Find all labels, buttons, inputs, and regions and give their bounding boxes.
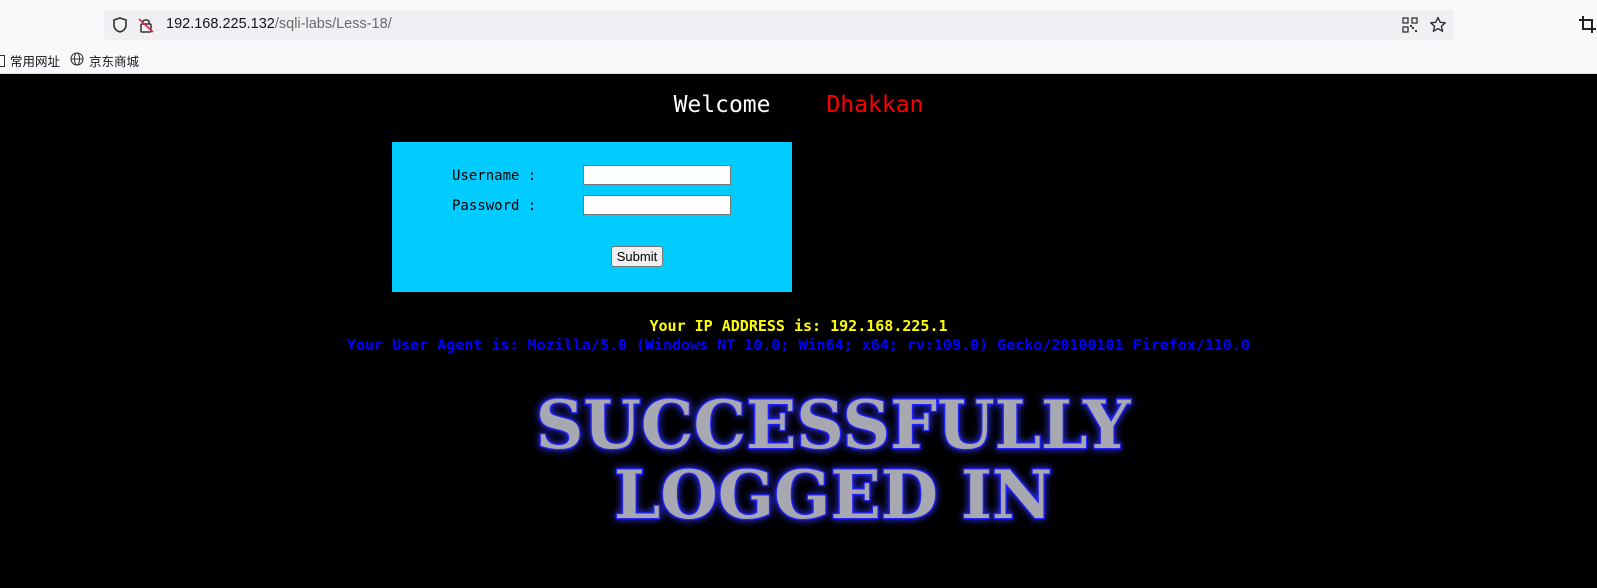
insecure-lock-icon[interactable]	[136, 15, 156, 35]
bookmark-star-icon[interactable]	[1428, 15, 1448, 35]
success-line-1: SUCCESSFULLY	[536, 392, 1131, 464]
url-text[interactable]: 192.168.225.132/sqli-labs/Less-18/	[166, 16, 392, 32]
url-host: 192.168.225.132	[166, 16, 275, 32]
success-banner: SUCCESSFULLY LOGGED IN	[0, 385, 1597, 536]
shield-icon[interactable]	[110, 15, 130, 35]
bookmark-folder-common-sites[interactable]: 常用网址	[0, 51, 60, 70]
url-path: /sqli-labs/Less-18/	[274, 16, 392, 32]
welcome-text: Welcome	[673, 92, 771, 118]
password-label: Password :	[452, 198, 537, 214]
address-bar[interactable]: 192.168.225.132/sqli-labs/Less-18/	[104, 10, 1454, 40]
submit-button[interactable]: Submit	[611, 246, 663, 267]
welcome-name: Dhakkan	[826, 92, 924, 118]
username-input[interactable]	[583, 165, 731, 185]
password-input[interactable]	[583, 195, 731, 215]
browser-toolbar: 192.168.225.132/sqli-labs/Less-18/ 常用网址 …	[0, 0, 1597, 74]
bookmark-label: 常用网址	[10, 55, 61, 69]
success-line-2: LOGGED IN	[614, 456, 1052, 532]
globe-icon	[70, 52, 84, 69]
ip-address-text: Your IP ADDRESS is: 192.168.225.1	[649, 317, 948, 335]
username-label: Username :	[452, 168, 537, 184]
user-agent-text: Your User Agent is: Mozilla/5.0 (Windows…	[346, 336, 1251, 354]
login-form: Username : Password : Submit	[392, 142, 792, 292]
qr-code-icon[interactable]	[1402, 17, 1418, 33]
bookmark-jd-mall[interactable]: 京东商城	[70, 51, 139, 70]
page-content: Welcome Dhakkan Username : Password : Sub…	[0, 74, 1597, 588]
screenshot-crop-icon[interactable]	[1578, 15, 1597, 34]
bookmark-label: 京东商城	[89, 55, 140, 69]
welcome-heading: Welcome Dhakkan	[0, 92, 1597, 118]
folder-icon	[0, 54, 5, 67]
